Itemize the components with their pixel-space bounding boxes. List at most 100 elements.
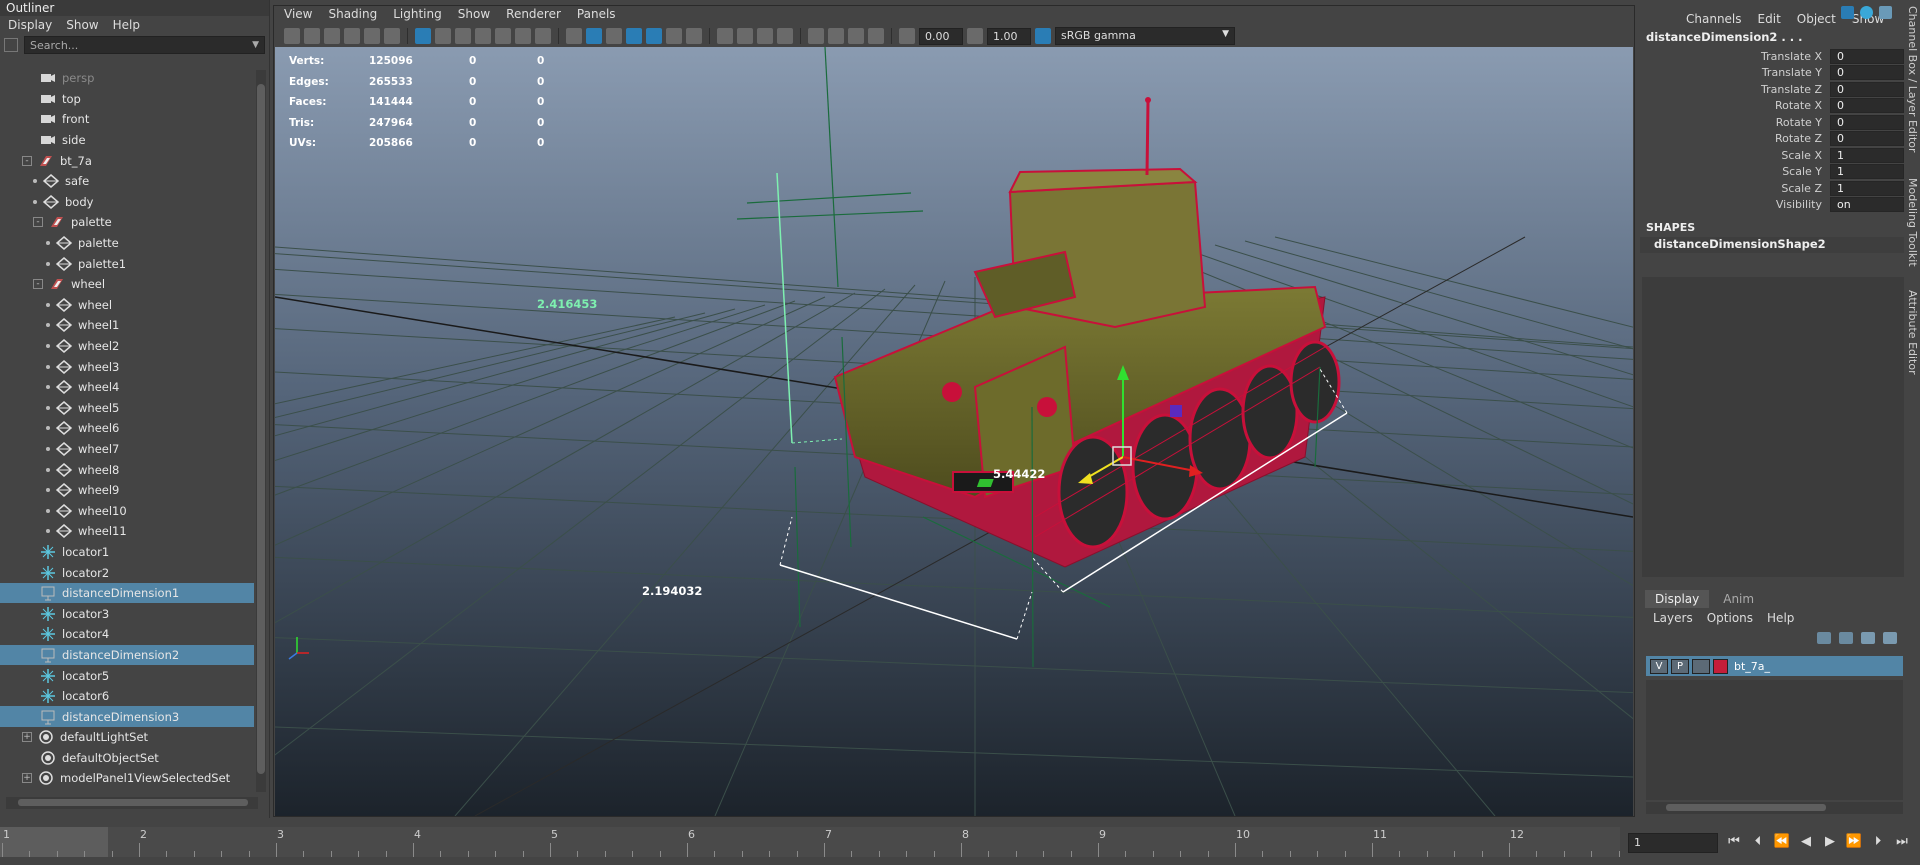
tab-channel-box-layer-editor[interactable]: Channel Box / Layer Editor [1906,6,1919,153]
step-forward-key-icon[interactable]: ⏩ [1845,831,1863,851]
outliner-menu-help[interactable]: Help [113,18,140,32]
color-space-dropdown[interactable]: sRGB gamma ▼ [1055,27,1235,45]
attribute-value-field[interactable]: 1 [1830,164,1904,180]
outliner-item[interactable]: wheel7 [0,439,254,460]
attribute-value-field[interactable]: 1 [1830,180,1904,196]
step-forward-frame-icon[interactable]: ⏵ [1869,831,1887,851]
attribute-name[interactable]: Scale X [1640,149,1830,162]
textured-icon[interactable] [646,28,662,44]
filter-icon[interactable] [4,38,18,52]
field-chart-icon[interactable] [495,28,511,44]
outliner-item[interactable]: wheel8 [0,459,254,480]
layer-row[interactable]: V P bt_7a_ [1646,656,1903,676]
exposure-icon[interactable] [899,28,915,44]
motion-blur-icon[interactable] [737,28,753,44]
new-layer-icon[interactable] [1861,632,1875,644]
attribute-name[interactable]: Scale Z [1640,182,1830,195]
collapse-icon[interactable]: - [33,279,43,290]
step-back-frame-icon[interactable]: ⏴ [1749,831,1767,851]
outliner-item[interactable]: wheel4 [0,377,254,398]
channel-menu-object[interactable]: Object [1797,12,1836,26]
smooth-shade-icon[interactable] [586,28,602,44]
outliner-item[interactable]: locator3 [0,603,254,624]
grid-icon[interactable] [415,28,431,44]
outliner-item[interactable]: locator2 [0,562,254,583]
layers-menu-help[interactable]: Help [1767,611,1794,625]
time-ruler[interactable]: 1 2 3 4 5 6 7 8 9 10 11 12 [0,827,1620,857]
viewport-menu-panels[interactable]: Panels [577,7,616,21]
film-gate-icon[interactable] [435,28,451,44]
play-backwards-icon[interactable]: ◀ [1797,831,1815,851]
outliner-item[interactable]: + defaultLightSet [0,727,254,748]
outliner-item[interactable]: wheel1 [0,315,254,336]
outliner-item[interactable]: safe [0,171,254,192]
new-layer-from-selection-icon[interactable] [1883,632,1897,644]
expand-icon[interactable]: + [22,732,32,743]
default-material-icon[interactable] [606,28,622,44]
outliner-item[interactable]: locator6 [0,686,254,707]
viewport-3d-scene[interactable]: Verts: 125096 0 0 Edges: 265533 0 0 Faces: 141444… [275,47,1633,816]
outliner-menu-display[interactable]: Display [8,18,52,32]
attribute-name[interactable]: Visibility [1640,198,1830,211]
color-management-icon[interactable] [1035,28,1051,44]
attribute-value-field[interactable]: 0 [1830,98,1904,114]
outliner-menu-show[interactable]: Show [66,18,98,32]
attribute-name[interactable]: Rotate Y [1640,116,1830,129]
resolution-gate-icon[interactable] [455,28,471,44]
exposure-field[interactable]: 0.00 [919,27,963,45]
outliner-horizontal-scrollbar[interactable] [6,797,258,809]
safe-title-icon[interactable] [535,28,551,44]
tab-display[interactable]: Display [1645,590,1710,608]
wireframe-on-shaded-icon[interactable] [626,28,642,44]
gamma-icon[interactable] [967,28,983,44]
shadows-icon[interactable] [686,28,702,44]
selected-object-name[interactable]: distanceDimension2 . . . [1640,26,1904,48]
outliner-item[interactable]: - wheel [0,274,254,295]
outliner-item[interactable]: persp [0,68,254,89]
refresh-icon[interactable] [1860,6,1873,19]
go-to-end-icon[interactable]: ⏭ [1893,831,1911,851]
collapse-icon[interactable]: - [22,155,32,166]
outliner-item[interactable]: palette1 [0,253,254,274]
lights-icon[interactable] [666,28,682,44]
outliner-item[interactable]: distanceDimension3 [0,706,254,727]
outliner-item[interactable]: locator4 [0,624,254,645]
tab-modeling-toolkit[interactable]: Modeling Toolkit [1906,178,1919,267]
axis-icon[interactable] [1841,6,1854,19]
play-forwards-icon[interactable]: ▶ [1821,831,1839,851]
attribute-value-field[interactable]: 0 [1830,81,1904,97]
outliner-item[interactable]: body [0,192,254,213]
layer-visibility-toggle[interactable]: V [1650,658,1668,674]
layer-display-type-toggle[interactable] [1692,658,1710,674]
move-layer-down-icon[interactable] [1839,632,1853,644]
shape-name[interactable]: distanceDimensionShape2 [1640,237,1904,253]
attribute-name[interactable]: Scale Y [1640,165,1830,178]
gamma-field[interactable]: 1.00 [987,27,1031,45]
outliner-item[interactable]: wheel5 [0,398,254,419]
outliner-item[interactable]: locator1 [0,542,254,563]
viewport-menu-shading[interactable]: Shading [328,7,377,21]
outliner-item[interactable]: + modelPanel1ViewSelectedSet [0,768,254,789]
xray-active-icon[interactable] [848,28,864,44]
layer-editor-scrollbar[interactable] [1646,802,1903,814]
viewport-menu-renderer[interactable]: Renderer [506,7,561,21]
attribute-name[interactable]: Rotate Z [1640,132,1830,145]
safe-action-icon[interactable] [515,28,531,44]
outliner-vertical-scrollbar[interactable] [256,70,266,792]
tab-anim[interactable]: Anim [1713,590,1764,608]
isolate-select-icon[interactable] [808,28,824,44]
layer-playback-toggle[interactable]: P [1671,658,1689,674]
depth-of-field-icon[interactable] [777,28,793,44]
outliner-item[interactable]: wheel6 [0,418,254,439]
current-frame-marker[interactable] [0,827,108,857]
bookmark-icon[interactable] [324,28,340,44]
outliner-item[interactable]: - palette [0,212,254,233]
image-plane-icon[interactable] [344,28,360,44]
viewport-menu-show[interactable]: Show [458,7,490,21]
channel-menu-channels[interactable]: Channels [1686,12,1742,26]
tab-attribute-editor[interactable]: Attribute Editor [1906,290,1919,375]
outliner-item[interactable]: wheel9 [0,480,254,501]
attribute-value-field[interactable]: 0 [1830,131,1904,147]
attribute-value-field[interactable]: on [1830,197,1904,213]
settings-icon[interactable] [1879,6,1892,19]
